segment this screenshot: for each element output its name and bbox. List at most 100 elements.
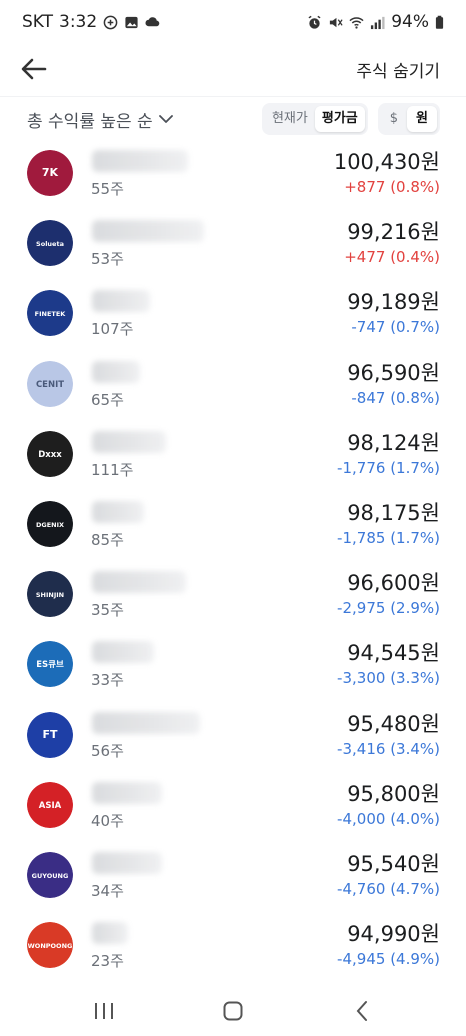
valuation-amount: 98,175원 bbox=[347, 500, 440, 525]
change-value: -4,945 bbox=[337, 950, 386, 969]
valuation-amount: 99,216원 bbox=[347, 220, 440, 245]
change-value: +877 bbox=[344, 178, 386, 196]
logo-text: GUYOUNG bbox=[32, 872, 69, 880]
change-value: -2,975 bbox=[337, 599, 386, 618]
company-logo: CENIT bbox=[27, 360, 73, 407]
change-value: -3,300 bbox=[337, 669, 386, 688]
stock-row[interactable]: 7K 55주 100,430원 +877 (0.8%) bbox=[0, 138, 466, 208]
hide-stocks-button[interactable]: 주식 숨기기 bbox=[356, 57, 448, 82]
price-toggle: 현재가 평가금 bbox=[261, 103, 368, 135]
stock-name-blurred bbox=[92, 220, 204, 243]
wifi-icon bbox=[349, 16, 364, 29]
share-count: 111주 bbox=[91, 460, 134, 479]
share-count: 55주 bbox=[91, 180, 124, 198]
profit-change: -1,776 (1.7%) bbox=[337, 459, 440, 477]
profit-change: -4,000 (4.0%) bbox=[337, 810, 440, 828]
home-button[interactable] bbox=[213, 991, 253, 1031]
back-button[interactable] bbox=[18, 53, 50, 85]
recent-apps-icon bbox=[95, 1003, 114, 1019]
stock-row[interactable]: Dxxx 111주 98,124원 -1,776 (1.7%) bbox=[0, 419, 466, 489]
valuation-amount: 95,540원 bbox=[347, 851, 440, 876]
header-divider bbox=[0, 96, 466, 97]
stock-row[interactable]: GUYOUNG 34주 95,540원 -4,760 (4.7%) bbox=[0, 840, 466, 910]
stock-name-blurred bbox=[92, 500, 144, 523]
share-count: 85주 bbox=[91, 530, 124, 549]
logo-text: ASIA bbox=[39, 801, 62, 811]
valuation-amount: 96,600원 bbox=[347, 571, 440, 596]
signal-icon bbox=[371, 16, 385, 29]
recent-apps-button[interactable] bbox=[84, 991, 124, 1031]
company-logo: SHINJIN bbox=[27, 571, 73, 618]
company-logo: DGENIX bbox=[27, 500, 73, 547]
filter-bar: 총 수익률 높은 순 현재가 평가금 $ 원 bbox=[0, 101, 466, 137]
company-logo: GUYOUNG bbox=[27, 851, 73, 898]
share-count: 23주 bbox=[91, 952, 124, 971]
change-value: -1,785 bbox=[337, 528, 386, 547]
valuation-amount: 94,990원 bbox=[347, 922, 440, 947]
share-count: 40주 bbox=[91, 811, 124, 830]
company-logo: ES큐브 bbox=[27, 641, 73, 688]
change-rate: (1.7%) bbox=[390, 458, 440, 477]
logo-text: ES큐브 bbox=[36, 660, 64, 670]
logo-text: Solueta bbox=[36, 240, 64, 248]
profit-change: -2,975 (2.9%) bbox=[337, 599, 440, 617]
stock-name-blurred bbox=[92, 150, 188, 172]
currency-toggle: $ 원 bbox=[377, 103, 440, 135]
company-logo: WONPOONG bbox=[27, 922, 73, 969]
back-nav-icon bbox=[356, 1001, 367, 1021]
change-rate: (3.4%) bbox=[390, 739, 440, 758]
battery-icon bbox=[435, 15, 444, 29]
current-price-option[interactable]: 현재가 bbox=[265, 106, 315, 132]
stock-row[interactable]: CENIT 65주 96,590원 -847 (0.8%) bbox=[0, 349, 466, 419]
logo-text: Dxxx bbox=[38, 450, 62, 460]
usd-option[interactable]: $ bbox=[381, 106, 407, 132]
share-count: 107주 bbox=[91, 320, 134, 339]
logo-text: 7K bbox=[42, 166, 59, 179]
sort-dropdown[interactable]: 총 수익률 높은 순 bbox=[27, 107, 173, 132]
share-count: 33주 bbox=[91, 671, 124, 690]
notification-add-icon bbox=[103, 15, 118, 29]
stock-row[interactable]: SHINJIN 35주 96,600원 -2,975 (2.9%) bbox=[0, 559, 466, 629]
time-label: 3:32 bbox=[59, 12, 98, 32]
stock-row[interactable]: DGENIX 85주 98,175원 -1,785 (1.7%) bbox=[0, 489, 466, 559]
change-rate: (2.9%) bbox=[390, 599, 440, 618]
stock-row[interactable]: WONPOONG 23주 94,990원 -4,945 (4.9%) bbox=[0, 910, 466, 980]
stock-row[interactable]: ES큐브 33주 94,545원 -3,300 (3.3%) bbox=[0, 629, 466, 699]
stock-row[interactable]: FT 56주 95,480원 -3,416 (3.4%) bbox=[0, 700, 466, 770]
company-logo: Dxxx bbox=[27, 430, 73, 477]
change-rate: (0.4%) bbox=[390, 248, 440, 267]
change-value: -847 bbox=[351, 388, 386, 407]
krw-option[interactable]: 원 bbox=[407, 106, 437, 132]
stock-name-blurred bbox=[92, 290, 150, 313]
app-header: 주식 숨기기 bbox=[0, 44, 466, 94]
valuation-option[interactable]: 평가금 bbox=[314, 106, 365, 132]
logo-text: SHINJIN bbox=[36, 591, 64, 599]
stock-name-blurred bbox=[92, 851, 162, 874]
share-count: 53주 bbox=[91, 250, 124, 269]
alarm-icon bbox=[308, 15, 321, 29]
logo-text: DGENIX bbox=[36, 521, 64, 529]
stock-name-blurred bbox=[92, 711, 200, 734]
company-logo: FT bbox=[27, 711, 73, 758]
valuation-amount: 95,480원 bbox=[347, 711, 440, 736]
stock-row[interactable]: Solueta 53주 99,216원 +477 (0.4%) bbox=[0, 208, 466, 278]
company-logo: Solueta bbox=[27, 220, 73, 267]
mute-icon bbox=[330, 17, 343, 27]
change-rate: (1.7%) bbox=[390, 528, 440, 547]
profit-change: +477 (0.4%) bbox=[344, 248, 440, 266]
change-rate: (4.7%) bbox=[390, 879, 440, 898]
share-count: 34주 bbox=[91, 881, 124, 900]
battery-label: 94% bbox=[391, 12, 429, 32]
company-logo: 7K bbox=[27, 150, 73, 196]
cloud-chat-icon bbox=[145, 16, 160, 26]
valuation-amount: 98,124원 bbox=[347, 430, 440, 455]
valuation-amount: 95,800원 bbox=[347, 781, 440, 806]
stock-row[interactable]: ASIA 40주 95,800원 -4,000 (4.0%) bbox=[0, 770, 466, 840]
stock-row[interactable]: FINETEK 107주 99,189원 -747 (0.7%) bbox=[0, 278, 466, 348]
stock-name-blurred bbox=[92, 922, 128, 945]
profit-change: -4,945 (4.9%) bbox=[337, 950, 440, 968]
share-count: 56주 bbox=[91, 741, 124, 760]
system-back-button[interactable] bbox=[342, 991, 382, 1031]
change-rate: (3.3%) bbox=[390, 669, 440, 688]
stock-name-blurred bbox=[92, 641, 154, 664]
